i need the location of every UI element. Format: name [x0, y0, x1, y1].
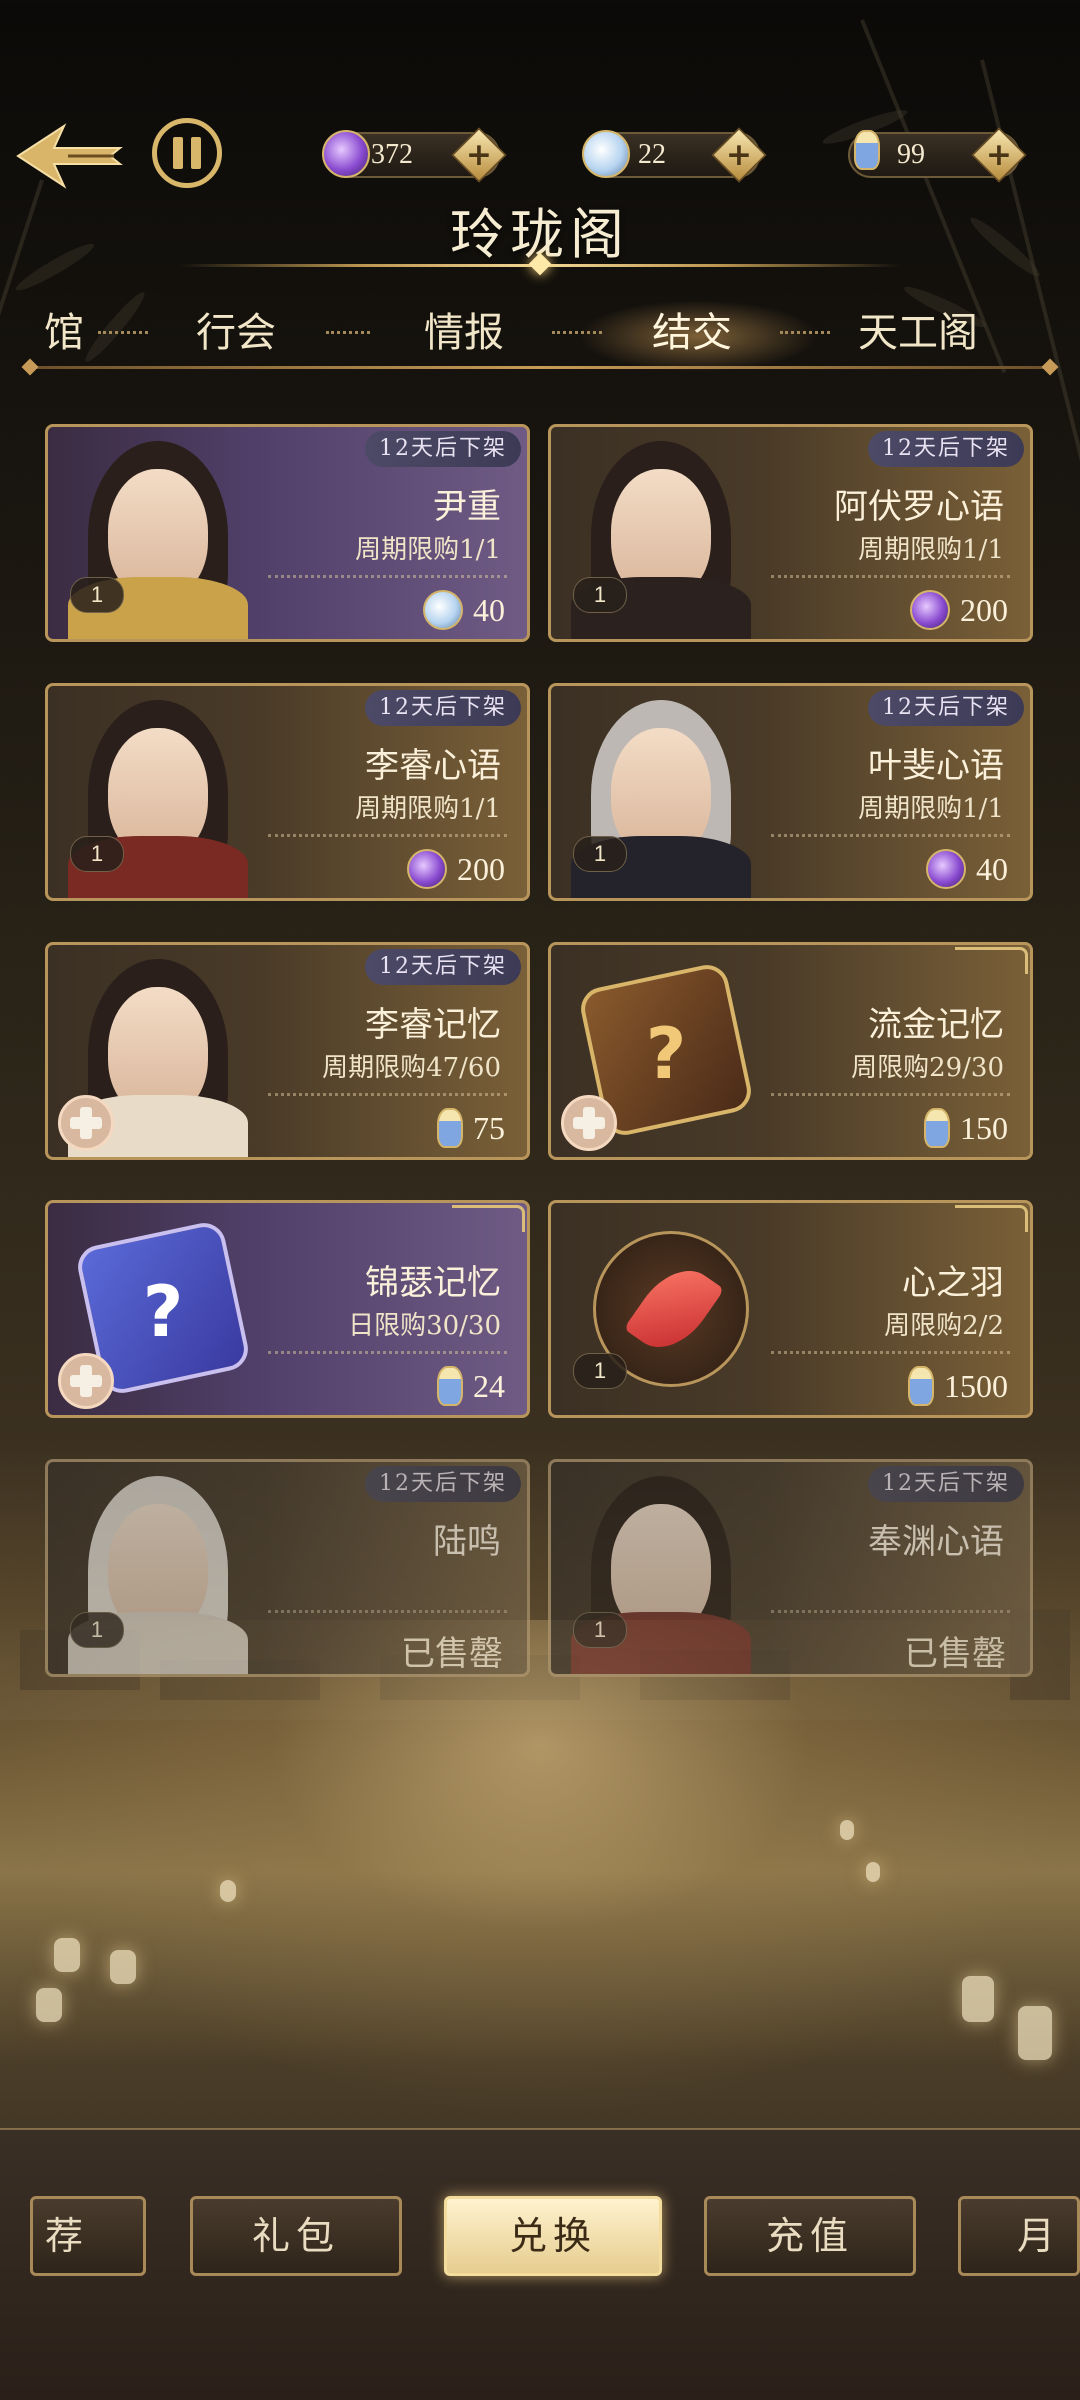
expiry-tag: 12天后下架 [868, 1466, 1024, 1502]
shop-item-card[interactable]: 1 12天后下架 阿伏罗心语 周期限购1/1 200 [548, 424, 1033, 642]
expiry-tag: 12天后下架 [868, 431, 1024, 467]
item-count-badge: 1 [573, 836, 627, 872]
bottle-icon [437, 1366, 463, 1406]
purchase-limit: 周限购2/2 [884, 1311, 1004, 1341]
nav-exchange[interactable]: 兑换 [444, 2196, 662, 2276]
shop-item-card[interactable]: 1 12天后下架 尹重 周期限购1/1 40 [45, 424, 530, 642]
corner-ornament [452, 1205, 525, 1232]
purchase-limit: 周期限购47/60 [322, 1053, 501, 1083]
shop-item-card[interactable]: 1 12天后下架 叶斐心语 周期限购1/1 40 [548, 683, 1033, 901]
item-name: 叶斐心语 [868, 746, 1004, 786]
nav-recharge[interactable]: 充值 [704, 2196, 916, 2276]
bottle-icon [437, 1108, 463, 1148]
silver-orb-icon [423, 590, 463, 630]
currency-purple-jade: 372 + [322, 127, 507, 183]
tab-guan[interactable]: 馆 [44, 290, 84, 376]
expiry-tag: 12天后下架 [365, 949, 521, 985]
item-count-badge: 1 [573, 1353, 627, 1389]
item-name: 李睿记忆 [365, 1005, 501, 1045]
shop-item-card[interactable]: 1 心之羽 周限购2/2 1500 [548, 1200, 1033, 1418]
expiry-tag: 12天后下架 [365, 690, 521, 726]
currency-value: 372 [371, 139, 413, 170]
shop-item-card[interactable]: ? 流金记忆 周限购29/30 150 [548, 942, 1033, 1160]
item-name: 心之羽 [902, 1263, 1004, 1303]
expiry-tag: 12天后下架 [868, 690, 1024, 726]
item-price: 75 [437, 1105, 505, 1151]
sold-out-label: 已售罄 [401, 1634, 503, 1674]
bottle-icon [924, 1108, 950, 1148]
add-currency-button[interactable]: + [711, 127, 767, 183]
home-button[interactable] [152, 118, 222, 188]
item-count-badge: 1 [70, 577, 124, 613]
item-count-badge: 1 [573, 577, 627, 613]
add-currency-button[interactable]: + [971, 127, 1027, 183]
item-name: 阿伏罗心语 [834, 487, 1004, 527]
corner-ornament [955, 947, 1028, 974]
item-price: 24 [437, 1363, 505, 1409]
item-price: 40 [423, 587, 505, 633]
item-name: 陆鸣 [433, 1522, 501, 1562]
item-count-badge: 1 [70, 836, 124, 872]
add-currency-button[interactable]: + [451, 127, 507, 183]
item-name: 尹重 [433, 487, 501, 527]
plus-icon: + [985, 137, 1013, 173]
fragment-icon [58, 1353, 114, 1409]
plus-icon: + [465, 137, 493, 173]
sold-out-label: 已售罄 [904, 1634, 1006, 1674]
purple-jade-icon [926, 849, 966, 889]
nav-monthly[interactable]: 月 [958, 2196, 1080, 2276]
fragment-icon [58, 1095, 114, 1151]
back-button[interactable] [14, 118, 124, 194]
shop-item-card[interactable]: 1 12天后下架 李睿心语 周期限购1/1 200 [45, 683, 530, 901]
item-price: 200 [407, 846, 505, 892]
item-price: 40 [926, 846, 1008, 892]
expiry-tag: 12天后下架 [365, 431, 521, 467]
gate-icon [173, 137, 183, 169]
currency-bottle: 99 + [848, 127, 1027, 183]
purple-jade-icon [910, 590, 950, 630]
bottle-icon [908, 1366, 934, 1406]
item-name: 李睿心语 [365, 746, 501, 786]
fragment-icon [561, 1095, 617, 1151]
shop-item-card[interactable]: 1 12天后下架 奉渊心语 已售罄 [548, 1459, 1033, 1677]
item-count-badge: 1 [573, 1612, 627, 1648]
expiry-tag: 12天后下架 [365, 1466, 521, 1502]
plus-icon: + [725, 137, 753, 173]
purchase-limit: 日限购30/30 [348, 1311, 501, 1341]
item-price: 200 [910, 587, 1008, 633]
shop-item-card[interactable]: 1 12天后下架 陆鸣 已售罄 [45, 1459, 530, 1677]
item-name: 奉渊心语 [868, 1522, 1004, 1562]
purchase-limit: 周期限购1/1 [858, 794, 1004, 824]
item-count-badge: 1 [70, 1612, 124, 1648]
purchase-limit: 周限购29/30 [851, 1053, 1004, 1083]
corner-ornament [955, 1205, 1028, 1232]
shop-item-card[interactable]: 12天后下架 李睿记忆 周期限购47/60 75 [45, 942, 530, 1160]
currency-value: 99 [897, 139, 925, 170]
purchase-limit: 周期限购1/1 [858, 535, 1004, 565]
currency-value: 22 [638, 139, 666, 170]
purchase-limit: 周期限购1/1 [355, 535, 501, 565]
tab-guild[interactable]: 行会 [196, 290, 276, 376]
purchase-limit: 周期限购1/1 [355, 794, 501, 824]
tabs-underline [30, 366, 1050, 369]
tab-intel[interactable]: 情报 [424, 290, 504, 376]
currency-silver-orb: 22 + [582, 127, 767, 183]
shop-item-card[interactable]: ? 锦瑟记忆 日限购30/30 24 [45, 1200, 530, 1418]
item-price: 150 [924, 1105, 1008, 1151]
purple-jade-icon [407, 849, 447, 889]
item-name: 流金记忆 [868, 1005, 1004, 1045]
nav-recommend[interactable]: 荐 [30, 2196, 146, 2276]
item-name: 锦瑟记忆 [365, 1263, 501, 1303]
tab-befriend[interactable]: 结交 [652, 290, 732, 376]
nav-gift-pack[interactable]: 礼包 [190, 2196, 402, 2276]
item-price: 1500 [908, 1363, 1008, 1409]
back-arrow-icon [16, 123, 123, 189]
tab-tiangong[interactable]: 天工阁 [858, 290, 978, 376]
